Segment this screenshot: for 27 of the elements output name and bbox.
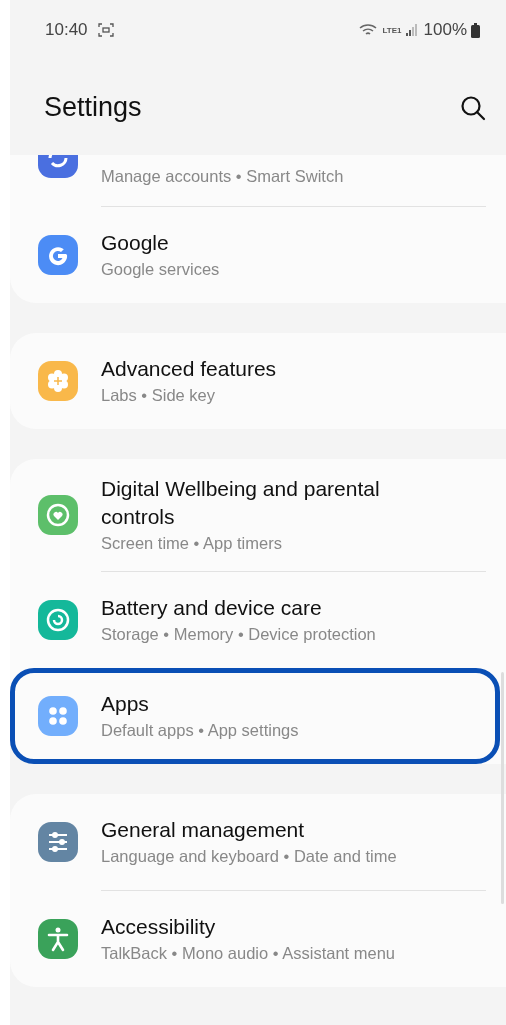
page-title: Settings bbox=[44, 92, 142, 123]
item-subtitle: Default apps • App settings bbox=[101, 720, 299, 741]
settings-item[interactable]: Google Google services bbox=[10, 207, 506, 303]
item-title: Accessibility bbox=[101, 914, 217, 940]
settings-item[interactable]: Apps Default apps • App settings bbox=[10, 668, 500, 764]
item-title: Battery and device care bbox=[101, 595, 323, 621]
item-title: General management bbox=[101, 817, 306, 843]
settings-item[interactable]: Manage accounts • Smart Switch bbox=[10, 155, 506, 206]
settings-item[interactable]: Battery and device care Storage • Memory • Device protection bbox=[10, 572, 506, 668]
item-title: Apps bbox=[101, 691, 150, 717]
item-subtitle: Screen time • App timers bbox=[101, 533, 283, 554]
item-subtitle: Language and keyboard • Date and time bbox=[101, 846, 397, 867]
settings-item[interactable]: General management Language and keyboard • Date and time bbox=[10, 794, 506, 890]
settings-item[interactable]: Digital Wellbeing and parental controls Screen time • App timers bbox=[10, 459, 506, 571]
network-type: LTE1 bbox=[382, 25, 402, 35]
item-subtitle: Labs • Side key bbox=[101, 385, 216, 406]
item-subtitle: TalkBack • Mono audio • Assistant menu bbox=[101, 943, 396, 964]
settings-item[interactable]: Advanced features Labs • Side key bbox=[10, 333, 506, 429]
item-title: Digital Wellbeing and parental controls bbox=[101, 476, 381, 530]
item-subtitle: Manage accounts • Smart Switch bbox=[101, 166, 344, 187]
item-title: Advanced features bbox=[101, 356, 277, 382]
battery-percent: 100% bbox=[423, 20, 467, 40]
item-subtitle: Storage • Memory • Device protection bbox=[101, 624, 376, 645]
item-title: Google bbox=[101, 230, 170, 256]
settings-item[interactable]: Accessibility TalkBack • Mono audio • Assistant menu bbox=[10, 891, 506, 987]
status-time: 10:40 bbox=[45, 20, 88, 40]
item-subtitle: Google services bbox=[101, 259, 220, 280]
